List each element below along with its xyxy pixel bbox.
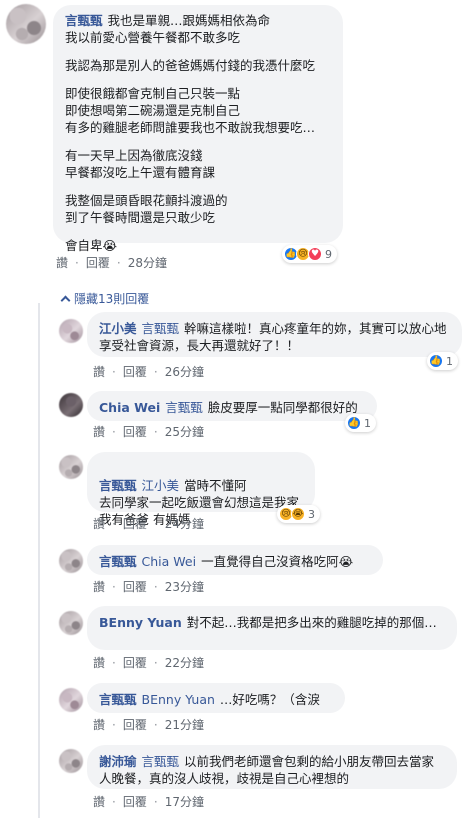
timestamp[interactable]: 22分鐘 (165, 654, 204, 671)
love-reaction-icon: ♥ (308, 247, 322, 261)
timestamp[interactable]: 28分鐘 (128, 254, 167, 271)
reply-actions: 讚 · 回覆 · 21分鐘 (93, 716, 204, 733)
like-button[interactable]: 讚 (93, 423, 105, 440)
avatar[interactable] (59, 319, 83, 343)
reply-bubble: BEnny Yuan 對不起…我都是把多出來的雞腿吃掉的那個… (87, 606, 457, 650)
reply-button[interactable]: 回覆 (123, 578, 147, 595)
reply-actions: 讚 · 回覆 · 23分鐘 (93, 578, 204, 595)
mention-tag[interactable]: BEnny Yuan (142, 692, 215, 707)
timestamp[interactable]: 21分鐘 (165, 716, 204, 733)
like-reaction-icon: 👍 (347, 416, 361, 430)
comment-paragraph: 我整個是頭昏眼花顫抖渡過的 到了午餐時間還是只敢少吃 (65, 193, 228, 225)
reply-author[interactable]: 謝沛瑜 (99, 754, 137, 769)
reply-button[interactable]: 回覆 (123, 363, 147, 380)
like-button[interactable]: 讚 (93, 793, 105, 810)
reply-text: 一直覺得自己沒資格吃阿😭 (201, 554, 354, 569)
timestamp[interactable]: 25分鐘 (165, 423, 204, 440)
avatar[interactable] (59, 611, 83, 635)
reply-actions: 讚 · 回覆 · 25分鐘 (93, 423, 204, 440)
reaction-count-badge[interactable]: 😢 😭 3 (277, 505, 320, 523)
reply-actions: 讚 · 回覆 · 26分鐘 (93, 363, 204, 380)
reply-actions: 讚 · 回覆 · 17分鐘 (93, 793, 204, 810)
chevron-up-icon (60, 295, 71, 306)
reaction-count: 1 (364, 416, 371, 430)
reply-actions: 讚 · 回覆 · 22分鐘 (93, 654, 204, 671)
reaction-count: 1 (446, 354, 453, 368)
reaction-count-badge[interactable]: 👍 1 (345, 414, 376, 432)
mention-tag[interactable]: Chia Wei (142, 554, 197, 569)
reaction-count-badge[interactable]: 👍 1 (427, 352, 458, 370)
reply-bubble: 言甄甄 BEnny Yuan …好吃嗎？（含淚 (87, 683, 345, 713)
reply-button[interactable]: 回覆 (123, 423, 147, 440)
timestamp[interactable]: 17分鐘 (165, 793, 204, 810)
timestamp[interactable]: 24分鐘 (165, 515, 204, 532)
reply-button[interactable]: 回覆 (86, 254, 110, 271)
reply-author[interactable]: 江小美 (99, 321, 137, 336)
reply-author[interactable]: 言甄甄 (99, 478, 137, 493)
mention-tag[interactable]: 言甄甄 (142, 321, 180, 336)
reply-bubble: 謝沛瑜 言甄甄 以前我們老師還會包剩的給小朋友帶回去當家人晚餐，真的沒人歧視，歧視是… (87, 745, 457, 789)
avatar[interactable] (59, 749, 83, 773)
reply-button[interactable]: 回覆 (123, 515, 147, 532)
reply-bubble: Chia Wei 言甄甄 臉皮要厚一點同學都很好的 (87, 391, 377, 421)
comment-bubble: 言甄甄 我也是單親…跟媽媽相依為命 我以前愛心營養午餐都不敢多吃 我認為那是別人的… (53, 5, 343, 253)
like-button[interactable]: 讚 (56, 254, 68, 271)
reply-text: …好吃嗎？（含淚 (219, 692, 320, 707)
reply-bubble: 言甄甄 Chia Wei 一直覺得自己沒資格吃阿😭 (87, 545, 383, 575)
like-button[interactable]: 讚 (93, 654, 105, 671)
avatar[interactable] (59, 549, 83, 573)
reply-actions: 讚 · 回覆 · 24分鐘 (93, 515, 204, 532)
like-button[interactable]: 讚 (93, 578, 105, 595)
reply-bubble: 言甄甄 江小美 當時不懂阿 去同學家一起吃飯還會幻想這是我家 我有爸爸 有媽媽 (87, 452, 315, 527)
comment-author[interactable]: 言甄甄 (65, 13, 103, 28)
comment-paragraph: 有一天早上因為徹底沒錢 早餐都沒吃上午還有體育課 (65, 148, 216, 180)
reaction-count-badge[interactable]: 👍 😢 ♥ 9 (282, 245, 337, 263)
like-button[interactable]: 讚 (93, 515, 105, 532)
reply-button[interactable]: 回覆 (123, 793, 147, 810)
hide-replies-label: 隱藏13則回覆 (74, 292, 150, 306)
reaction-count: 9 (325, 247, 332, 261)
mention-tag[interactable]: 言甄甄 (142, 754, 180, 769)
timestamp[interactable]: 26分鐘 (165, 363, 204, 380)
like-reaction-icon: 👍 (429, 354, 443, 368)
avatar[interactable] (59, 455, 83, 479)
reaction-count: 3 (308, 507, 315, 521)
avatar[interactable] (6, 4, 46, 44)
reply-bubble: 江小美 言甄甄 幹嘛這樣啦！真心疼童年的妳，其實可以放心地享受社會資源，長大再還就好… (87, 312, 462, 357)
comment-paragraph: 即使很餓都會克制自己只裝一點 即使想喝第二碗湯還是克制自己 有多的雞腿老師問誰要… (65, 86, 316, 135)
reply-button[interactable]: 回覆 (123, 654, 147, 671)
reply-author[interactable]: 言甄甄 (99, 554, 137, 569)
thread-line (38, 303, 40, 818)
mention-tag[interactable]: 言甄甄 (165, 400, 203, 415)
reply-author[interactable]: BEnny Yuan (99, 615, 182, 630)
like-button[interactable]: 讚 (93, 716, 105, 733)
avatar[interactable] (59, 393, 83, 417)
like-button[interactable]: 讚 (93, 363, 105, 380)
hide-replies-toggle[interactable]: 隱藏13則回覆 (60, 290, 150, 307)
timestamp[interactable]: 23分鐘 (165, 578, 204, 595)
reply-button[interactable]: 回覆 (123, 716, 147, 733)
comment-paragraph: 我認為那是別人的爸爸媽媽付錢的我憑什麼吃 (65, 58, 316, 73)
reply-author[interactable]: 言甄甄 (99, 692, 137, 707)
sad-reaction-icon: 😭 (291, 507, 305, 521)
avatar[interactable] (59, 688, 83, 712)
mention-tag[interactable]: 江小美 (142, 478, 180, 493)
reply-author[interactable]: Chia Wei (99, 400, 160, 415)
reply-text: 臉皮要厚一點同學都很好的 (207, 400, 358, 415)
reply-text: 對不起…我都是把多出來的雞腿吃掉的那個… (186, 615, 437, 630)
comment-actions: 讚 · 回覆 · 28分鐘 (56, 254, 167, 271)
